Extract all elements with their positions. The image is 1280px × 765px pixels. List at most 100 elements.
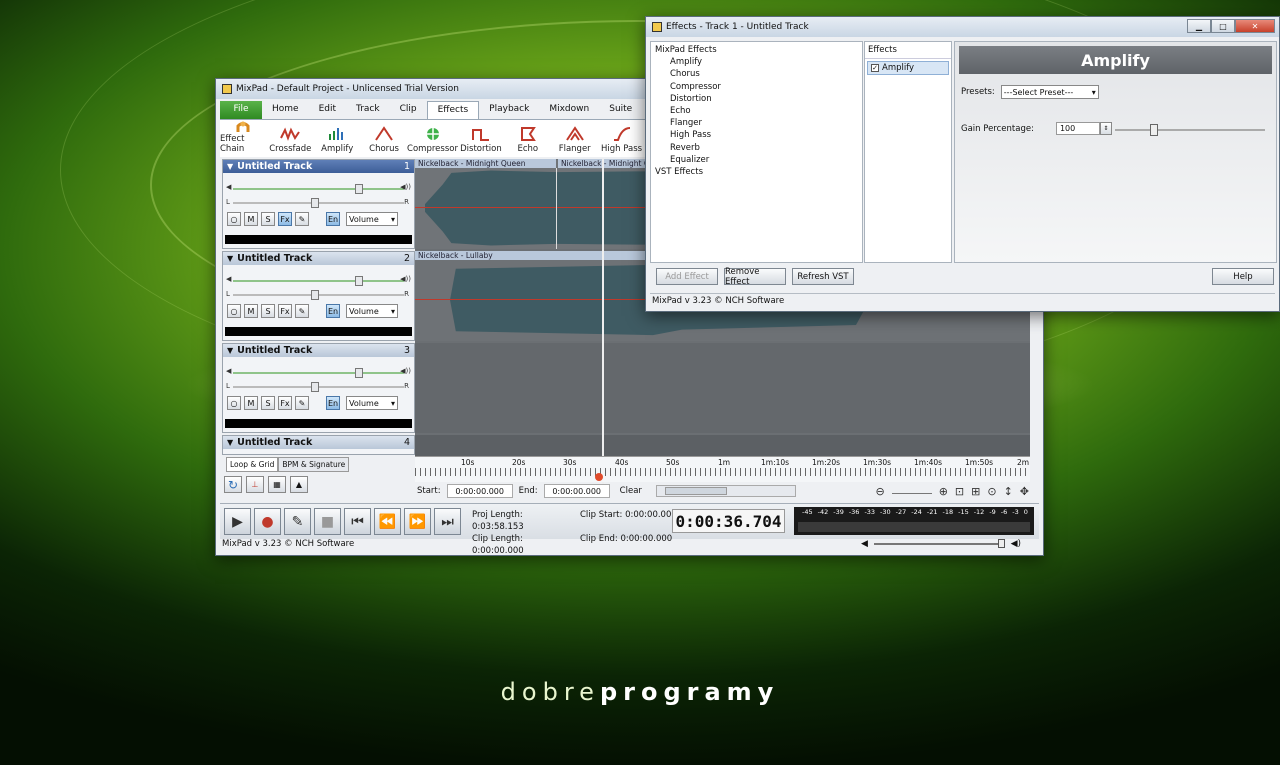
help-button[interactable]: Help: [1212, 268, 1274, 285]
envelope-button[interactable]: En: [326, 212, 340, 226]
volume-slider[interactable]: [233, 368, 404, 378]
distortion-button[interactable]: Distortion: [458, 120, 505, 157]
remove-effect-button[interactable]: Remove Effect: [724, 267, 786, 287]
chorus-button[interactable]: Chorus: [361, 120, 408, 157]
menu-file[interactable]: File: [220, 101, 262, 119]
record-clip-icon[interactable]: ✎: [284, 508, 311, 535]
close-icon[interactable]: ✕: [1235, 19, 1275, 33]
pan-slider[interactable]: [233, 382, 404, 392]
gain-spinner-icon[interactable]: ⇕: [1099, 122, 1112, 135]
tree-item[interactable]: Echo: [655, 105, 858, 117]
minimize-icon[interactable]: ▁: [1187, 19, 1211, 33]
clip-title[interactable]: Nickelback - Midnight Queen: [415, 159, 556, 168]
fx-titlebar[interactable]: Effects - Track 1 - Untitled Track ▁ □ ✕: [646, 17, 1279, 37]
end-time-field[interactable]: 0:00:00.000: [543, 484, 610, 498]
play-icon[interactable]: ▶: [224, 508, 251, 535]
pan-slider[interactable]: [233, 290, 404, 300]
track-lane-4[interactable]: [415, 435, 1030, 457]
collapse-icon[interactable]: ▼: [227, 254, 233, 263]
volume-thumb[interactable]: [355, 368, 363, 378]
gain-slider[interactable]: [1115, 124, 1265, 136]
gain-thumb[interactable]: [1150, 124, 1158, 136]
track-2[interactable]: ▼ Untitled Track 2 ◀ ◀)) L R ○ M S Fx ✎ En…: [222, 251, 415, 341]
master-volume-thumb[interactable]: [997, 539, 1005, 548]
crossfade-button[interactable]: Crossfade: [267, 120, 314, 157]
tab-bpm-signature[interactable]: BPM & Signature: [278, 457, 350, 472]
effect-checkbox[interactable]: ✓: [871, 64, 879, 72]
pan-slider[interactable]: [233, 198, 404, 208]
refresh-vst-button[interactable]: Refresh VST: [792, 268, 854, 285]
track-header[interactable]: ▼ Untitled Track 4: [223, 436, 414, 449]
go-end-icon[interactable]: ⏭: [434, 508, 461, 535]
effect-list-item[interactable]: ✓ Amplify: [867, 61, 949, 75]
menu-edit[interactable]: Edit: [309, 101, 346, 119]
pan-thumb[interactable]: [311, 382, 319, 392]
solo-button[interactable]: S: [261, 304, 275, 318]
record-arm-button[interactable]: ○: [227, 212, 241, 226]
track-3[interactable]: ▼ Untitled Track 3 ◀ ◀)) L R ○ M S Fx ✎ En…: [222, 343, 415, 433]
zoom-out-icon[interactable]: ⊖: [875, 485, 884, 498]
tree-item[interactable]: High Pass: [655, 129, 858, 141]
track-header[interactable]: ▼ Untitled Track 1: [223, 160, 414, 173]
mute-button[interactable]: M: [244, 396, 258, 410]
mute-button[interactable]: M: [244, 212, 258, 226]
fx-button[interactable]: Fx: [278, 304, 292, 318]
zoom-track-icon[interactable]: ⊙: [987, 485, 996, 498]
track-lane-3[interactable]: [415, 343, 1030, 433]
envelope-select[interactable]: Volume: [346, 396, 398, 410]
playhead-marker[interactable]: [595, 473, 603, 481]
wrench-icon[interactable]: ✎: [295, 396, 309, 410]
tree-item[interactable]: Flanger: [655, 117, 858, 129]
wrench-icon[interactable]: ✎: [295, 304, 309, 318]
zoom-slider[interactable]: [891, 485, 932, 494]
horizontal-scrollbar[interactable]: [655, 485, 796, 497]
fx-button[interactable]: Fx: [278, 396, 292, 410]
start-time-field[interactable]: 0:00:00.000: [446, 484, 513, 498]
envelope-select[interactable]: Volume: [346, 212, 398, 226]
menu-track[interactable]: Track: [346, 101, 390, 119]
tree-item[interactable]: Compressor: [655, 81, 858, 93]
track-header[interactable]: ▼ Untitled Track 3: [223, 344, 414, 357]
presets-select[interactable]: ---Select Preset---: [1000, 85, 1099, 99]
playhead-cursor[interactable]: [602, 159, 604, 484]
tree-item[interactable]: Equalizer: [655, 154, 858, 166]
volume-thumb[interactable]: [355, 276, 363, 286]
tree-vst[interactable]: VST Effects: [655, 166, 858, 178]
go-start-icon[interactable]: ⏮: [344, 508, 371, 535]
menu-effects[interactable]: Effects: [426, 101, 480, 119]
volume-envelope[interactable]: [415, 207, 645, 208]
menu-clip[interactable]: Clip: [390, 101, 427, 119]
metronome-icon[interactable]: ▲: [290, 476, 308, 493]
snap-icon[interactable]: ⊥: [246, 476, 264, 493]
effect-chain-button[interactable]: Effect Chain: [220, 120, 267, 157]
tab-loop-grid[interactable]: Loop & Grid: [226, 457, 279, 472]
volume-thumb[interactable]: [355, 184, 363, 194]
maximize-icon[interactable]: □: [1211, 19, 1235, 33]
envelope-button[interactable]: En: [326, 304, 340, 318]
collapse-icon[interactable]: ▼: [227, 438, 233, 447]
fx-button[interactable]: Fx: [278, 212, 292, 226]
tree-item[interactable]: Distortion: [655, 93, 858, 105]
menu-home[interactable]: Home: [262, 101, 309, 119]
track-4[interactable]: ▼ Untitled Track 4: [222, 435, 415, 455]
echo-button[interactable]: Echo: [504, 120, 551, 157]
master-volume-slider[interactable]: [873, 539, 1005, 548]
tree-item[interactable]: Amplify: [655, 56, 858, 68]
record-icon[interactable]: ●: [254, 508, 281, 535]
menu-mixdown[interactable]: Mixdown: [539, 101, 599, 119]
clear-button[interactable]: Clear: [620, 486, 642, 496]
solo-button[interactable]: S: [261, 212, 275, 226]
collapse-icon[interactable]: ▼: [227, 162, 233, 171]
track-header[interactable]: ▼ Untitled Track 2: [223, 252, 414, 265]
zoom-selection-icon[interactable]: ⊡: [955, 485, 964, 498]
zoom-fit-icon[interactable]: ⊞: [971, 485, 980, 498]
high-pass-button[interactable]: High Pass: [598, 120, 645, 157]
zoom-in-icon[interactable]: ⊕: [939, 485, 948, 498]
stop-icon[interactable]: ■: [314, 508, 341, 535]
grid-icon[interactable]: ▦: [268, 476, 286, 493]
compressor-button[interactable]: Compressor: [407, 120, 458, 157]
flanger-button[interactable]: Flanger: [551, 120, 598, 157]
amplify-button[interactable]: Amplify: [314, 120, 361, 157]
track-1[interactable]: ▼ Untitled Track 1 ◀ ◀)) L R ○ M S Fx ✎ En…: [222, 159, 415, 249]
rewind-icon[interactable]: ⏪: [374, 508, 401, 535]
